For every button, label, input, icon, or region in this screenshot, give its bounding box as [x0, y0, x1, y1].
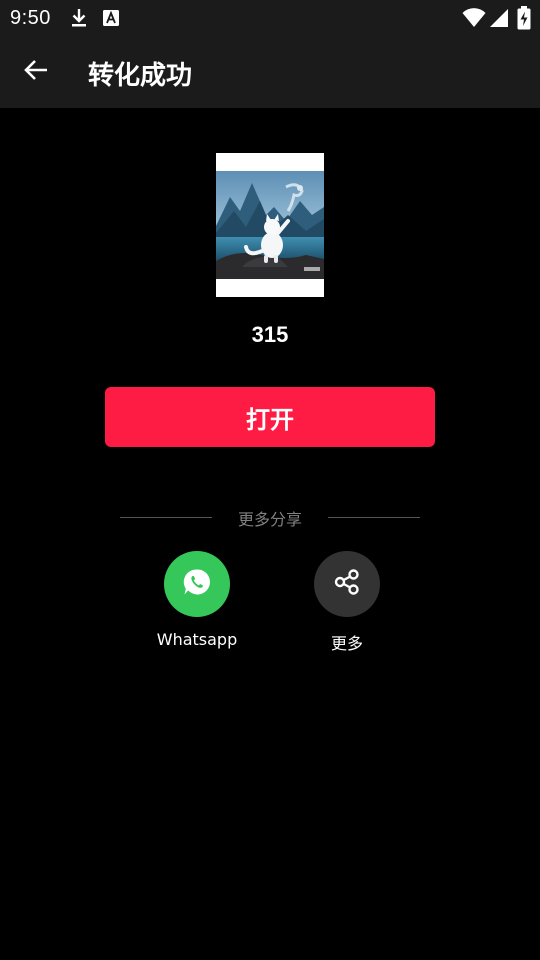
- file-thumbnail: [216, 153, 324, 297]
- back-button[interactable]: [14, 50, 58, 94]
- more-share-button[interactable]: [314, 551, 380, 617]
- divider-right: [328, 517, 420, 518]
- page-title: 转化成功: [88, 61, 193, 91]
- whatsapp-share-label: Whatsapp: [156, 630, 238, 649]
- whatsapp-share-button[interactable]: [164, 551, 230, 617]
- download-icon: [70, 7, 88, 34]
- open-button[interactable]: 打开: [105, 387, 435, 447]
- share-icon: [333, 568, 361, 601]
- file-name: 315: [251, 322, 289, 347]
- more-share-label-text: 更多: [330, 634, 363, 653]
- text-a-icon: [103, 10, 119, 31]
- arrow-left-icon: [23, 58, 49, 87]
- status-time: 9:50: [10, 7, 51, 29]
- whatsapp-icon: [182, 567, 212, 602]
- more-share-label: 更多分享: [237, 510, 302, 529]
- app-bar: 转化成功: [0, 36, 540, 108]
- signal-icon: [489, 8, 509, 33]
- battery-charging-icon: [517, 6, 531, 35]
- wifi-icon: [462, 8, 486, 33]
- thumbnail-image: [216, 171, 324, 279]
- status-bar: 9:50: [0, 0, 540, 36]
